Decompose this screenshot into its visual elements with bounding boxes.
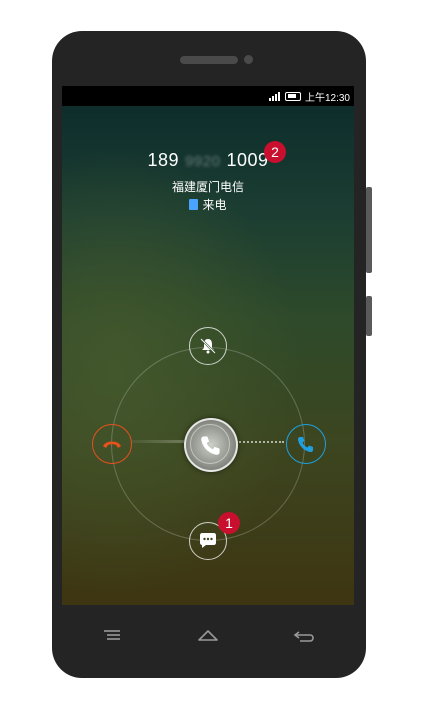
number-prefix: 189 xyxy=(147,150,180,170)
call-status: 来电 xyxy=(62,196,354,213)
back-icon[interactable] xyxy=(292,626,316,646)
call-drag-handle[interactable] xyxy=(184,418,238,472)
caller-number: 189 9920 1009 xyxy=(62,150,354,171)
decline-button[interactable] xyxy=(92,424,132,464)
caller-location: 福建厦门电信 xyxy=(171,180,244,194)
battery-icon xyxy=(284,91,301,101)
number-suffix: 1009 xyxy=(226,150,269,170)
home-icon[interactable] xyxy=(196,626,220,646)
annotation-badge-2: 2 xyxy=(264,141,286,163)
message-bubble-icon xyxy=(200,533,216,548)
answer-button[interactable] xyxy=(286,424,326,464)
annotation-badge-1: 1 xyxy=(218,512,240,534)
volume-button[interactable] xyxy=(366,187,372,273)
drag-trail-left xyxy=(132,440,184,443)
bell-mute-icon xyxy=(200,338,216,354)
status-time: 上午12:30 xyxy=(304,92,350,104)
document-icon xyxy=(189,199,199,210)
navigation-bar xyxy=(62,612,354,662)
drag-trail-right xyxy=(236,441,284,443)
front-camera xyxy=(244,55,253,64)
status-bar: 上午12:30 xyxy=(62,86,354,106)
answer-call-icon xyxy=(298,437,313,452)
earpiece-speaker xyxy=(180,56,238,64)
signal-bars-icon xyxy=(268,91,280,101)
menu-icon[interactable] xyxy=(100,626,124,646)
call-status-label: 来电 xyxy=(202,198,227,212)
number-masked: 9920 xyxy=(185,153,221,170)
power-button[interactable] xyxy=(366,296,372,336)
phone-handle-icon xyxy=(201,436,220,455)
decline-call-icon xyxy=(103,441,121,448)
mute-ringer-button[interactable] xyxy=(189,327,227,365)
